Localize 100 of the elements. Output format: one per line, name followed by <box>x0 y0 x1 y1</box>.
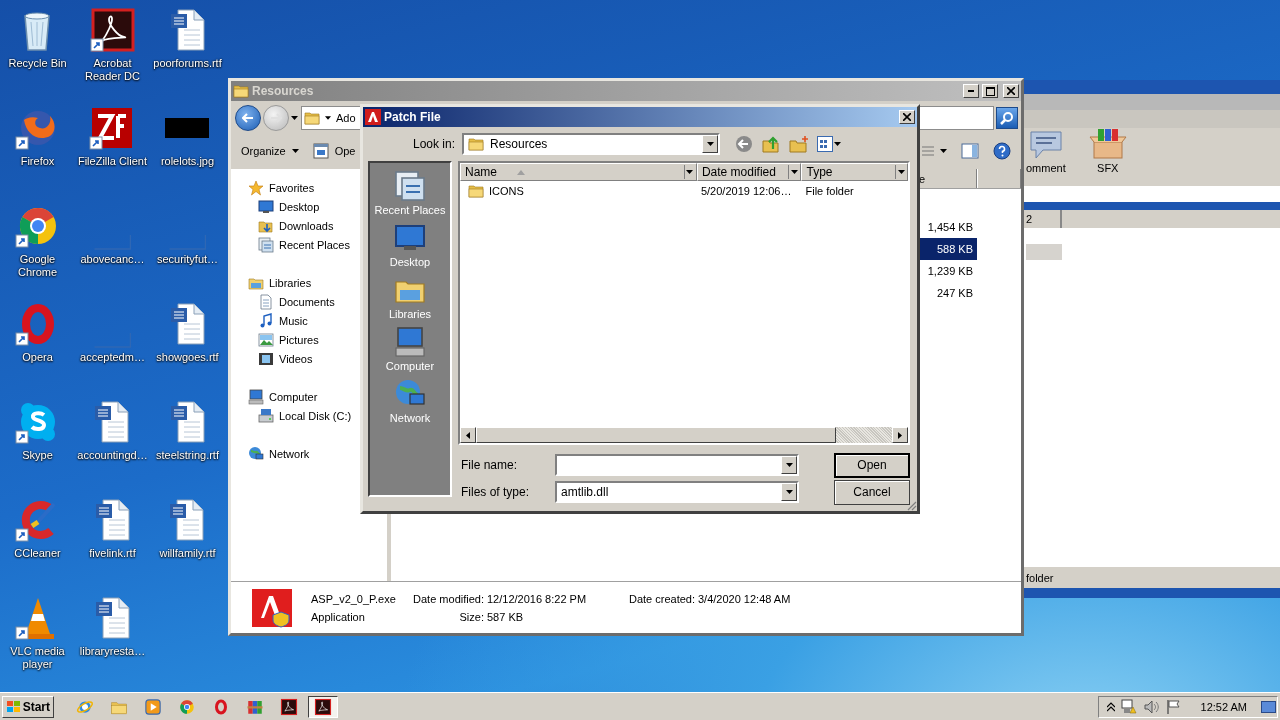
taskbar-button[interactable] <box>308 695 338 718</box>
maximize-icon <box>985 86 995 96</box>
swirl-logo-icon <box>280 697 298 716</box>
file-name-field[interactable] <box>555 454 799 476</box>
column-dropdown-button[interactable] <box>895 165 906 179</box>
desktop-shortcut[interactable]: Opera <box>13 300 62 364</box>
view-menu-button[interactable] <box>816 135 842 153</box>
maximize-button[interactable] <box>982 84 998 98</box>
column-dropdown-button[interactable] <box>683 165 695 179</box>
table-cell: ICONS <box>460 183 697 199</box>
breadcrumb-segment[interactable]: Ado <box>336 112 356 124</box>
desktop-file[interactable]: abovecanc… <box>80 202 145 266</box>
ring-logo-icon <box>212 697 230 716</box>
folder-icon <box>468 183 484 199</box>
size-cell[interactable]: 588 KB <box>917 238 977 260</box>
desktop-file[interactable]: accountingd… <box>77 398 148 462</box>
column-header[interactable]: Name <box>460 163 697 181</box>
back-button[interactable] <box>734 134 754 154</box>
status-text: folder <box>1024 566 1280 588</box>
dropdown-button[interactable] <box>781 483 797 501</box>
scroll-left-button[interactable] <box>460 427 476 443</box>
back-arrow-icon <box>242 113 254 123</box>
desktop-file[interactable]: libraryresta… <box>79 594 146 658</box>
desktop-file[interactable]: acceptedm… <box>80 300 145 364</box>
look-in-dropdown[interactable]: Resources <box>462 133 720 155</box>
desktop-file[interactable]: steelstring.rtf <box>156 398 219 462</box>
back-icon <box>735 135 753 153</box>
document-icon <box>258 293 274 310</box>
folder-icon <box>304 110 320 126</box>
resize-grip-icon <box>905 499 917 511</box>
file-type-text: Application <box>311 610 366 623</box>
column-dropdown-button[interactable] <box>788 165 800 179</box>
file-type-dropdown[interactable]: amtlib.dll <box>555 481 799 503</box>
organize-menu[interactable]: Organize <box>241 145 299 157</box>
sort-arrow-icon <box>517 169 525 175</box>
close-button[interactable] <box>899 110 915 124</box>
table-cell-text: File folder <box>804 185 855 197</box>
view-options-button[interactable] <box>922 146 947 156</box>
back-button[interactable] <box>235 105 261 131</box>
size-cell[interactable]: 247 KB <box>917 282 977 304</box>
caret-icon <box>940 149 947 153</box>
help-button[interactable] <box>993 142 1011 160</box>
desktop-file[interactable]: Recycle Bin <box>8 6 67 70</box>
detail-label: Size: <box>459 610 484 623</box>
toolbar-button[interactable]: omment <box>1026 128 1066 174</box>
desktop-shortcut[interactable]: Firefox <box>13 104 62 168</box>
preview-pane-button[interactable] <box>961 143 979 159</box>
desktop-shortcut[interactable]: CCleaner <box>13 496 62 560</box>
window-title: Resources <box>252 84 315 98</box>
caret-icon <box>291 149 299 153</box>
dropdown-button[interactable] <box>781 456 797 474</box>
show-desktop-icon <box>1261 700 1276 713</box>
desktop-file[interactable]: showgoes.rtf <box>156 300 219 364</box>
music-note-icon <box>258 312 274 329</box>
scroll-thumb[interactable] <box>476 427 836 443</box>
desktop-shortcut[interactable]: Skype <box>13 398 62 462</box>
search-icon <box>1000 111 1014 125</box>
caret-icon <box>834 142 841 146</box>
desktop-shortcut[interactable]: Google Chrome <box>0 202 75 279</box>
desktop-file[interactable]: rolelots.jpg <box>160 104 215 168</box>
search-button[interactable] <box>996 107 1018 129</box>
new-folder-icon <box>789 135 809 153</box>
view-list-icon <box>922 146 934 156</box>
dialog-button[interactable]: Open <box>834 452 910 478</box>
start-button[interactable]: Start <box>2 695 54 718</box>
help-icon <box>993 142 1011 160</box>
minimize-button[interactable] <box>963 84 979 98</box>
application-icon <box>251 587 293 628</box>
column-header[interactable]: Type <box>801 163 908 181</box>
dropdown-button[interactable] <box>702 135 718 153</box>
close-button[interactable] <box>1003 84 1019 98</box>
desktop-file[interactable]: securityfut… <box>156 202 219 266</box>
detail-value: 12/12/2016 8:22 PM <box>487 592 588 605</box>
minimize-icon <box>968 90 974 92</box>
field-label: Look in: <box>411 137 455 151</box>
desktop-shortcut[interactable]: FileZilla Client <box>77 104 148 168</box>
toolbar-button[interactable]: SFX <box>1087 128 1128 174</box>
dialog-button[interactable]: Cancel <box>834 479 910 505</box>
image-thumbnail-icon <box>165 118 210 138</box>
toolbar-button[interactable]: Ope <box>312 143 356 159</box>
caret-icon <box>706 142 714 146</box>
close-icon <box>1007 87 1015 95</box>
size-cell[interactable]: 1,239 KB <box>917 260 977 282</box>
computer-icon <box>248 388 264 405</box>
desktop-file[interactable]: willfamily.rtf <box>159 496 216 560</box>
desktop-file[interactable]: poorforums.rtf <box>153 6 222 70</box>
file-row[interactable]: ICONS 5/20/2019 12:06… File folder <box>460 182 908 200</box>
computer-icon <box>394 326 426 358</box>
desktop-file[interactable]: fivelink.rtf <box>88 496 137 560</box>
field-label: File name: <box>460 458 519 472</box>
right-arrow-icon <box>898 431 902 439</box>
recent-places-icon <box>258 236 274 253</box>
field-label: Files of type: <box>460 485 531 499</box>
desktop-shortcut[interactable]: Acrobat Reader DC <box>75 6 150 83</box>
size-cell[interactable]: 1,454 KB <box>917 216 977 238</box>
column-header[interactable]: Date modified <box>696 163 802 181</box>
star-icon <box>248 179 264 196</box>
column-header[interactable] <box>977 169 1021 188</box>
desktop-shortcut[interactable]: VLC media player <box>0 594 75 671</box>
scroll-right-button[interactable] <box>892 427 908 443</box>
